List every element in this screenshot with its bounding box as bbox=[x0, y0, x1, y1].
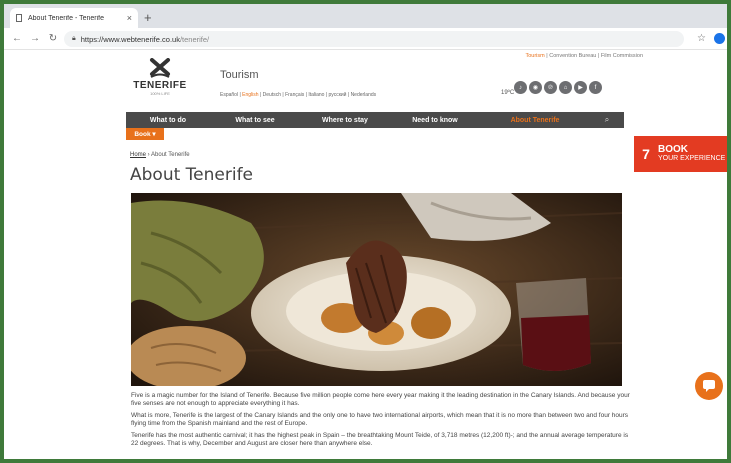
book-button[interactable]: Book ▾ bbox=[126, 128, 164, 140]
tab-title: About Tenerife - Tenerife bbox=[28, 14, 105, 22]
intro-paragraph-2: What is more, Tenerife is the largest of… bbox=[131, 412, 629, 427]
section-heading: Tourism bbox=[220, 69, 259, 81]
profile-avatar[interactable] bbox=[714, 33, 725, 44]
lang-francais[interactable]: Français bbox=[285, 92, 304, 98]
breadcrumb-home[interactable]: Home bbox=[130, 152, 146, 158]
search-icon[interactable]: ⌕ bbox=[590, 115, 624, 125]
browser-toolbar: ← → ↻ 🔒︎ https://www.webtenerife.co.uk/t… bbox=[4, 28, 727, 50]
nav-what-to-see[interactable]: What to see bbox=[210, 117, 300, 124]
address-bar[interactable]: 🔒︎ https://www.webtenerife.co.uk/tenerif… bbox=[64, 31, 684, 47]
social-music-icon[interactable]: ♪ bbox=[514, 81, 527, 94]
forward-arrow-icon[interactable]: → bbox=[30, 33, 40, 44]
top-links: Tourism | Convention Bureau | Film Commi… bbox=[525, 53, 643, 59]
nav-about-tenerife[interactable]: About Tenerife bbox=[480, 117, 590, 124]
social-icons: ♪ ◉ ℗ ⌂ ▶ f bbox=[514, 81, 604, 94]
document-icon bbox=[16, 14, 22, 22]
weather-temperature: 19ºC bbox=[501, 90, 515, 96]
social-instagram-icon[interactable]: ◉ bbox=[529, 81, 542, 94]
lang-espanol[interactable]: Español bbox=[220, 92, 238, 98]
book-banner-title: BOOK bbox=[658, 144, 688, 155]
book-banner-subtitle: YOUR EXPERIENCE bbox=[658, 155, 726, 162]
nav-what-to-do[interactable]: What to do bbox=[126, 117, 210, 124]
close-tab-icon[interactable]: × bbox=[127, 13, 132, 23]
breadcrumb-current: About Tenerife bbox=[151, 152, 190, 158]
social-home-icon[interactable]: ⌂ bbox=[559, 81, 572, 94]
language-selector: Español | English | Deutsch | Français |… bbox=[220, 92, 376, 98]
new-tab-button[interactable]: + bbox=[144, 10, 152, 25]
book-experience-banner[interactable]: 7 BOOK YOUR EXPERIENCE bbox=[634, 136, 727, 172]
breadcrumb: Home › About Tenerife bbox=[130, 152, 190, 158]
tenerife-logo[interactable]: TENERIFE 100% LIFE bbox=[130, 58, 190, 110]
lang-italiano[interactable]: Italiano bbox=[308, 92, 324, 98]
intro-paragraph-1: Five is a magic number for the Island of… bbox=[131, 392, 630, 407]
food-illustration bbox=[131, 193, 622, 386]
web-page: Tourism | Convention Bureau | Film Commi… bbox=[4, 50, 727, 459]
reload-icon[interactable]: ↻ bbox=[48, 33, 58, 44]
browser-tab-bar: About Tenerife - Tenerife × + bbox=[4, 4, 727, 28]
chat-bubble-icon bbox=[703, 380, 715, 392]
lang-nederlands[interactable]: Nederlands bbox=[351, 92, 377, 98]
logo-tagline: 100% LIFE bbox=[150, 91, 170, 96]
nav-where-to-stay[interactable]: Where to stay bbox=[300, 117, 390, 124]
top-link-convention[interactable]: Convention Bureau bbox=[549, 53, 596, 59]
book-seven-icon: 7 bbox=[642, 146, 650, 162]
url-path: /tenerife/ bbox=[179, 34, 210, 44]
nav-need-to-know[interactable]: Need to know bbox=[390, 117, 480, 124]
intro-paragraph-3: Tenerife has the most authentic carnival… bbox=[131, 432, 629, 447]
page-title: About Tenerife bbox=[130, 165, 254, 185]
browser-tab[interactable]: About Tenerife - Tenerife × bbox=[10, 8, 138, 28]
top-link-tourism[interactable]: Tourism bbox=[525, 53, 544, 59]
social-youtube-icon[interactable]: ▶ bbox=[574, 81, 587, 94]
lang-russian[interactable]: русский bbox=[329, 92, 347, 98]
back-arrow-icon[interactable]: ← bbox=[12, 33, 22, 44]
bookmark-star-icon[interactable]: ☆ bbox=[697, 33, 706, 44]
lang-english[interactable]: English bbox=[242, 92, 258, 98]
url-main: https://www.webtenerife.co.uk bbox=[80, 34, 180, 44]
main-navigation: What to do What to see Where to stay Nee… bbox=[126, 112, 624, 128]
logo-mark-icon bbox=[150, 58, 170, 78]
social-facebook-icon[interactable]: f bbox=[589, 81, 602, 94]
social-pinterest-icon[interactable]: ℗ bbox=[544, 81, 557, 94]
logo-wordmark: TENERIFE bbox=[133, 80, 187, 91]
hero-food-image bbox=[131, 193, 622, 386]
lang-deutsch[interactable]: Deutsch bbox=[263, 92, 281, 98]
top-link-film[interactable]: Film Commission bbox=[601, 53, 643, 59]
chat-widget-button[interactable] bbox=[695, 372, 723, 400]
lock-icon: 🔒︎ bbox=[72, 35, 76, 42]
